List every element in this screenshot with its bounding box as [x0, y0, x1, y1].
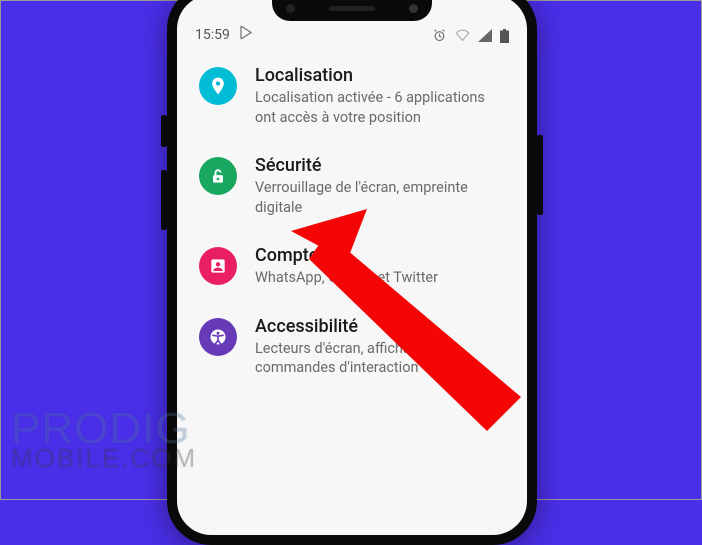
account-box-icon [199, 247, 237, 285]
item-subtitle: Lecteurs d'écran, affichage, commandes d… [255, 339, 505, 378]
item-title: Comptes [255, 245, 505, 266]
notch [272, 0, 432, 21]
settings-item-securite[interactable]: Sécurité Verrouillage de l'écran, emprei… [177, 141, 527, 231]
item-title: Accessibilité [255, 316, 505, 337]
signal-icon [478, 29, 492, 42]
screen: 15:59 [177, 0, 527, 535]
wifi-off-icon [455, 29, 470, 42]
watermark: PRODIG MOBILE.COM [11, 410, 197, 469]
phone-frame: 15:59 [167, 0, 537, 545]
accessibility-icon [199, 318, 237, 356]
settings-item-accessibilite[interactable]: Accessibilité Lecteurs d'écran, affichag… [177, 302, 527, 392]
item-title: Sécurité [255, 155, 505, 176]
volume-down-button [161, 170, 167, 230]
watermark-line2: MOBILE.COM [11, 447, 197, 469]
power-button [537, 135, 543, 215]
item-subtitle: WhatsApp, Google et Twitter [255, 268, 505, 288]
play-store-icon [240, 26, 252, 43]
volume-up-button [161, 115, 167, 147]
battery-icon [500, 29, 509, 43]
alarm-icon [432, 28, 447, 43]
watermark-line1: PRODIG [11, 410, 197, 447]
settings-list: Localisation Localisation activée - 6 ap… [177, 45, 527, 398]
item-subtitle: Verrouillage de l'écran, empreinte digit… [255, 178, 505, 217]
item-subtitle: Localisation activée - 6 applications on… [255, 88, 505, 127]
lock-open-icon [199, 157, 237, 195]
status-time: 15:59 [195, 27, 230, 43]
location-icon [199, 67, 237, 105]
settings-item-localisation[interactable]: Localisation Localisation activée - 6 ap… [177, 51, 527, 141]
item-title: Localisation [255, 65, 505, 86]
settings-item-comptes[interactable]: Comptes WhatsApp, Google et Twitter [177, 231, 527, 302]
